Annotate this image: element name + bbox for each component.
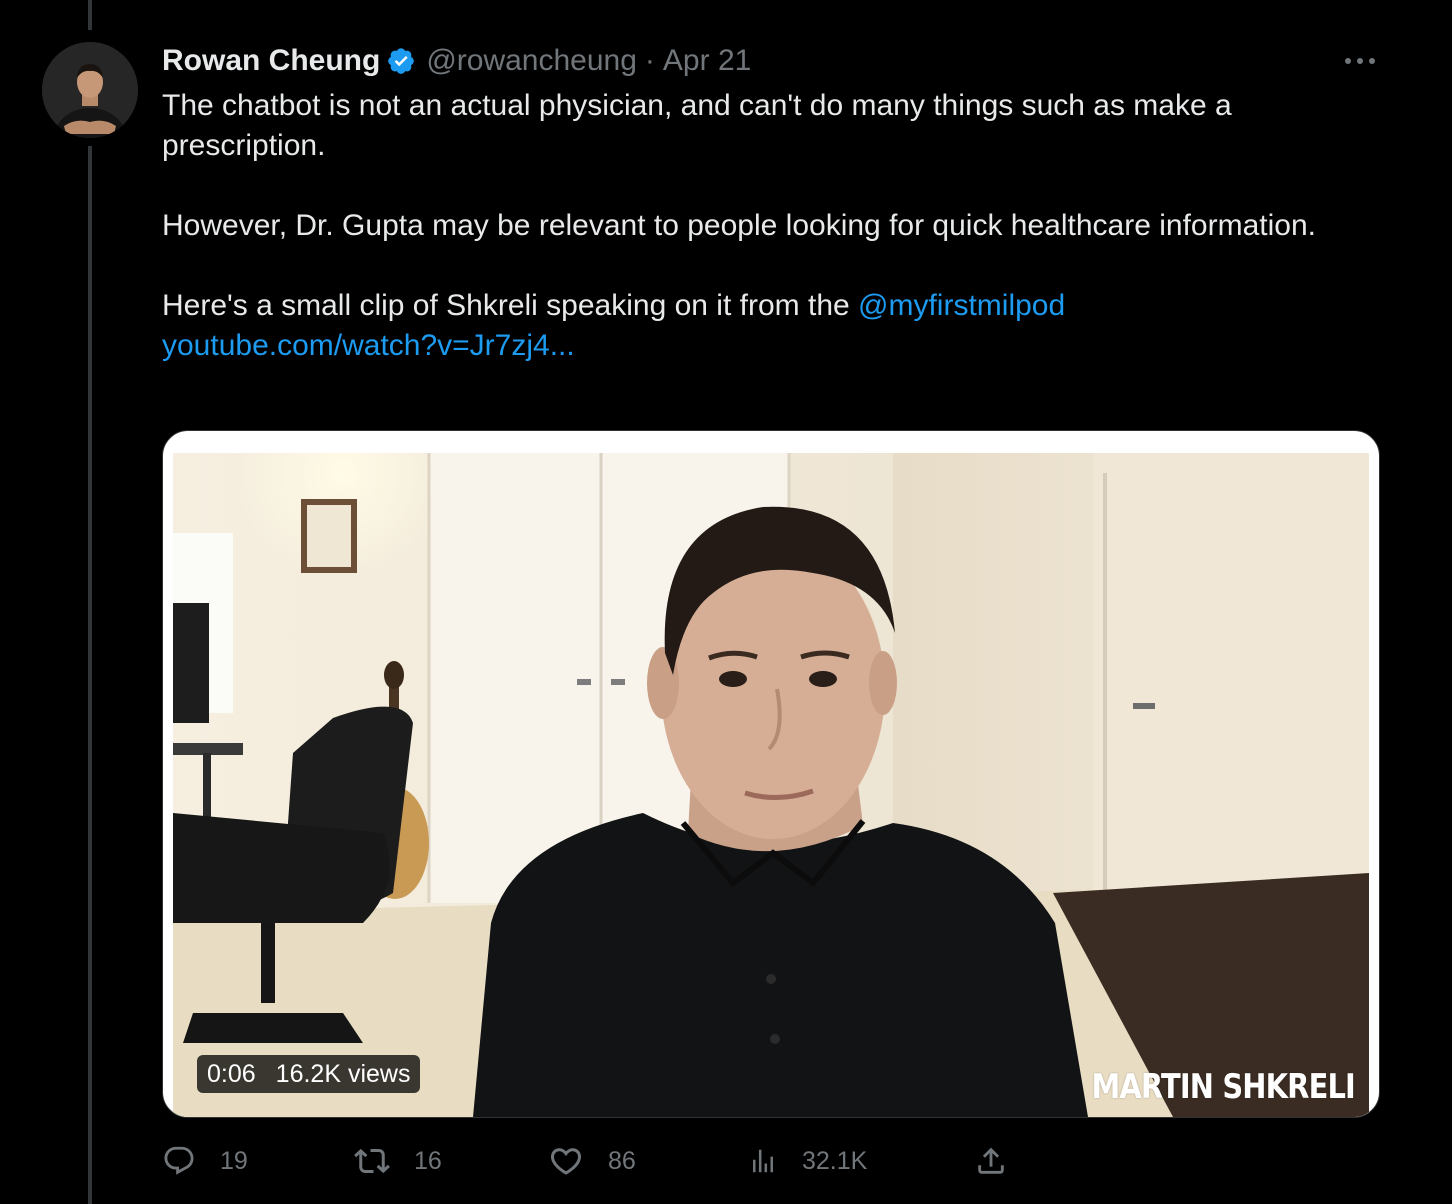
views-chart-icon (753, 1149, 773, 1173)
retweet-button[interactable]: 16 (354, 1138, 442, 1184)
tweet-paragraph-2: However, Dr. Gupta may be relevant to pe… (162, 209, 1316, 242)
views-count: 32.1K (802, 1146, 868, 1175)
reply-button[interactable]: 19 (162, 1138, 248, 1184)
mention-link[interactable]: @myfirstmilpod (858, 289, 1065, 322)
tweet-header: Rowan Cheung @rowancheung · Apr 21 (162, 36, 1378, 86)
avatar-photo (42, 42, 138, 138)
like-button[interactable]: 86 (548, 1138, 636, 1184)
more-icon[interactable] (1342, 46, 1378, 76)
thread-line-top (88, 0, 92, 30)
tweet-date[interactable]: Apr 21 (663, 44, 751, 78)
retweet-count: 16 (414, 1146, 442, 1175)
video-views: 16.2K views (275, 1059, 411, 1088)
video-stats-badge: 0:06 16.2K views (197, 1055, 421, 1093)
tweet-paragraph-3-text: Here's a small clip of Shkreli speaking … (162, 289, 859, 322)
tweet-text: The chatbot is not an actual physician, … (162, 86, 1378, 366)
video-card[interactable]: 0:06 16.2K views MARTIN SHKRELI (162, 430, 1380, 1118)
video-player[interactable]: 0:06 16.2K views MARTIN SHKRELI (173, 453, 1369, 1117)
url-link[interactable]: youtube.com/watch?v=Jr7zj4... (162, 329, 575, 362)
video-time: 0:06 (207, 1059, 256, 1088)
tweet-paragraph-3: Here's a small clip of Shkreli speaking … (162, 286, 1378, 326)
video-frame (173, 453, 1369, 1117)
share-icon (978, 1147, 1004, 1174)
like-count: 86 (608, 1146, 636, 1175)
views-button[interactable]: 32.1K (748, 1138, 867, 1184)
verified-badge-icon (386, 46, 416, 76)
reply-count: 19 (220, 1146, 248, 1175)
avatar[interactable] (42, 42, 138, 138)
reply-icon (164, 1146, 194, 1175)
thread-line-bottom (88, 146, 92, 1204)
share-button[interactable] (974, 1138, 1008, 1184)
heart-icon (550, 1148, 582, 1175)
author-name[interactable]: Rowan Cheung (162, 44, 380, 78)
tweet-content: Rowan Cheung @rowancheung · Apr 21 The c… (162, 36, 1378, 366)
author-handle[interactable]: @rowancheung (426, 44, 637, 78)
tweet-actions: 19 16 86 32.1K (162, 1138, 1042, 1184)
tweet-paragraph-1: The chatbot is not an actual physician, … (162, 89, 1232, 162)
retweet-icon (354, 1148, 390, 1174)
tweet-page: Rowan Cheung @rowancheung · Apr 21 The c… (0, 0, 1452, 1204)
separator-dot: · (644, 44, 655, 77)
video-watermark: MARTIN SHKRELI (1091, 1067, 1356, 1107)
